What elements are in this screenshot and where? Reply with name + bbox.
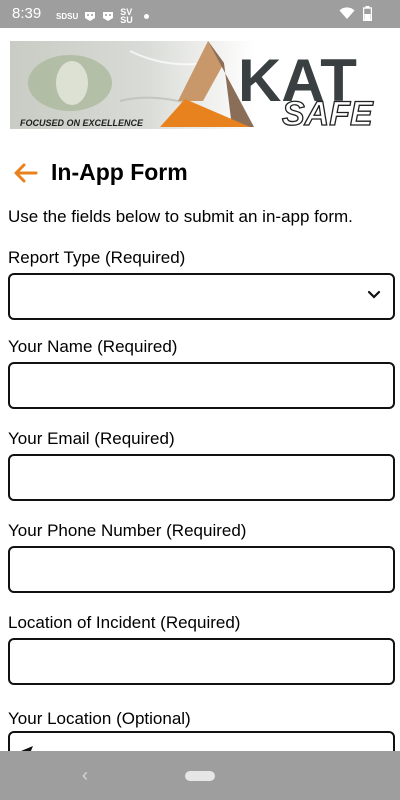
badge-icon [103,11,114,21]
system-navigation-bar: ‹ [0,751,400,800]
page-header: In-App Form [0,152,400,194]
form-instructions: Use the fields below to submit an in-app… [8,207,353,226]
svsu-notification-icon: SV SU [120,7,133,25]
email-label: Your Email (Required) [8,429,175,448]
wifi-icon [339,7,355,19]
page-title: In-App Form [51,159,188,185]
phone-label: Your Phone Number (Required) [8,521,247,540]
report-type-select[interactable] [8,273,395,320]
email-input[interactable] [8,454,395,501]
report-type-label: Report Type (Required) [8,248,186,267]
notification-icons: SDSU SV SU [56,7,150,25]
back-arrow-icon[interactable] [12,162,38,184]
nav-home-pill-icon[interactable] [185,771,215,781]
chevron-down-icon [367,290,381,299]
status-time: 8:39 [12,5,42,22]
phone-input[interactable] [8,546,395,593]
your-location-label: Your Location (Optional) [8,709,191,728]
banner-tagline: FOCUSED ON EXCELLENCE [20,118,144,128]
battery-icon [363,6,372,21]
sdsu-notification-icon: SDSU [56,11,79,21]
name-input[interactable] [8,362,395,409]
more-notifications-dot-icon [144,13,150,19]
incident-location-label: Location of Incident (Required) [8,613,241,632]
name-label: Your Name (Required) [8,337,178,356]
katsafe-logo: KAT SAFE FOCUSED ON EXCELLENCE [10,41,375,134]
system-icons [339,6,372,21]
nav-back-icon[interactable]: ‹ [82,765,88,786]
incident-location-input[interactable] [8,638,395,685]
badge-icon [85,11,96,21]
katsafe-banner: KAT SAFE FOCUSED ON EXCELLENCE [10,41,390,134]
status-bar: 8:39 SDSU SV SU [0,0,400,28]
logo-safe-text: SAFE [282,95,374,129]
